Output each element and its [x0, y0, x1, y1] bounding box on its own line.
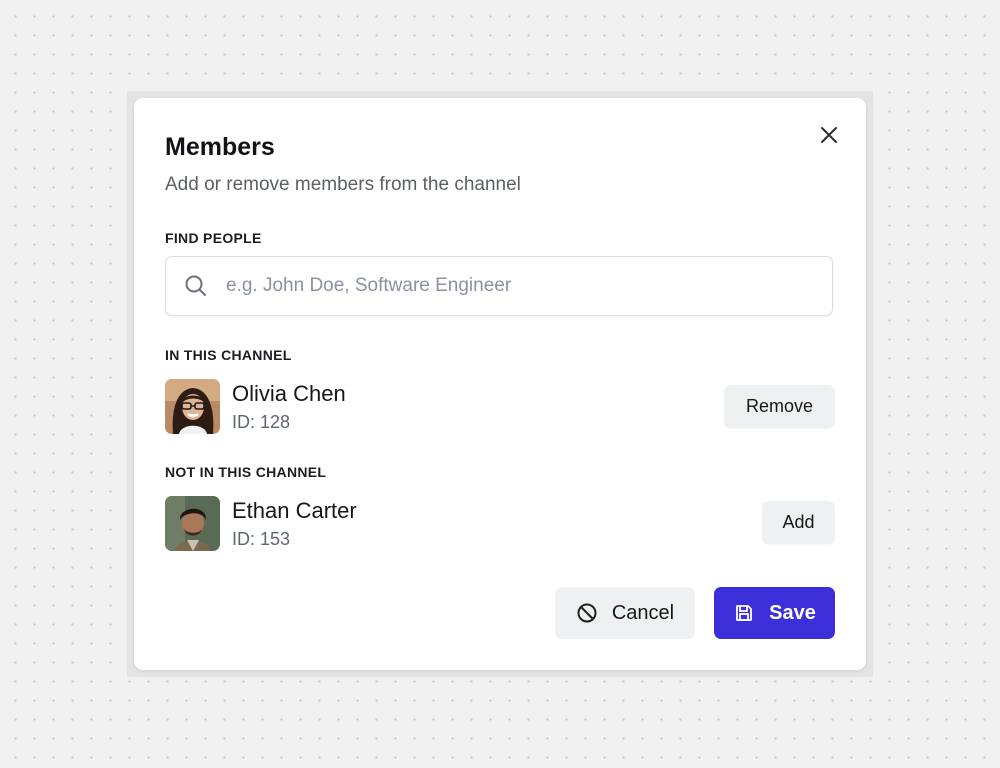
- save-label: Save: [769, 601, 816, 624]
- floppy-disk-icon: [733, 602, 755, 624]
- member-id: ID: 128: [232, 412, 291, 432]
- cancel-button[interactable]: Cancel: [555, 587, 695, 639]
- ban-icon: [576, 602, 598, 624]
- avatar: [165, 379, 220, 434]
- dialog-title: Members: [165, 133, 275, 161]
- close-button[interactable]: [814, 120, 844, 150]
- remove-member-button[interactable]: Remove: [724, 385, 835, 428]
- search-box[interactable]: [165, 256, 833, 316]
- dialog-subtitle: Add or remove members from the channel: [165, 174, 521, 195]
- member-name: Ethan Carter: [232, 498, 357, 523]
- close-icon: [821, 127, 837, 143]
- add-member-button[interactable]: Add: [762, 501, 835, 544]
- save-button[interactable]: Save: [714, 587, 835, 639]
- search-input[interactable]: [224, 274, 818, 298]
- member-row: Olivia Chen ID: 128 Remove: [165, 379, 835, 435]
- not-in-channel-label: NOT IN THIS CHANNEL: [165, 464, 327, 480]
- member-name: Olivia Chen: [232, 381, 346, 406]
- avatar: [165, 496, 220, 551]
- search-icon: [184, 274, 208, 298]
- cancel-label: Cancel: [611, 601, 675, 624]
- members-dialog: Members Add or remove members from the c…: [134, 98, 866, 670]
- find-people-label: FIND PEOPLE: [165, 230, 262, 246]
- member-id: ID: 153: [232, 529, 291, 549]
- in-channel-label: IN THIS CHANNEL: [165, 347, 292, 363]
- member-row: Ethan Carter ID: 153 Add: [165, 496, 835, 552]
